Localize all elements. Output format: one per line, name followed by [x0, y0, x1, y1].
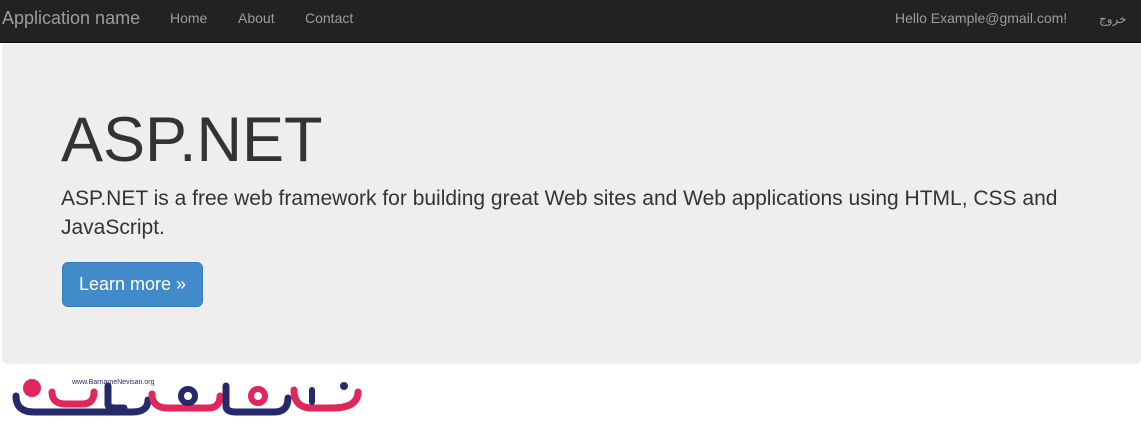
brand-link[interactable]: Application name [2, 8, 140, 28]
lead-text: ASP.NET is a free web framework for buil… [61, 187, 1058, 239]
page-title: ASP.NET [61, 105, 323, 175]
logo-stroke-red-1 [48, 388, 98, 408]
jumbotron: ASP.NET ASP.NET is a free web framework … [2, 44, 1141, 364]
barnamenevisan-logo: www.BarnameNevisan.org [12, 372, 364, 422]
logo-url-text: www.BarnameNevisan.org [71, 379, 155, 386]
learn-more-button[interactable]: Learn more » [62, 262, 203, 307]
logo-loop-red [248, 386, 268, 406]
nav-about-link[interactable]: About [238, 10, 275, 26]
logo-stroke-navy-2 [104, 382, 128, 412]
logo-dot-navy [340, 382, 348, 390]
logo-stroke-red-3 [290, 386, 362, 412]
nav-contact-link[interactable]: Contact [305, 10, 353, 26]
logout-link[interactable]: خروج [1099, 11, 1127, 27]
logo-dot-shape [23, 379, 41, 397]
logo-graphic: www.BarnameNevisan.org [12, 379, 362, 416]
user-greeting-link[interactable]: Hello Example@gmail.com! [895, 10, 1067, 26]
top-navbar: Application name Home About Contact Hell… [0, 0, 1141, 43]
nav-home-link[interactable]: Home [170, 10, 207, 26]
logo-loop-navy [178, 386, 198, 406]
